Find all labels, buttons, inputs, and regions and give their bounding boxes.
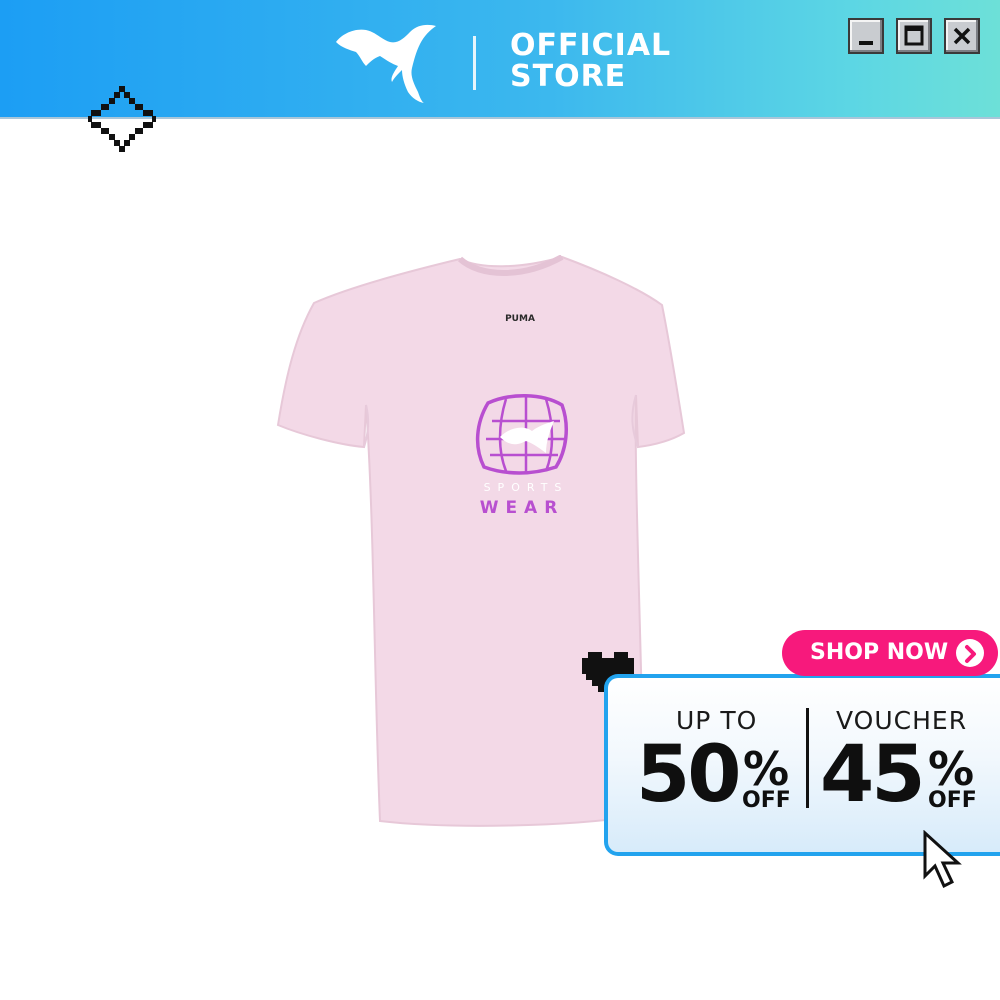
neck-label: PUMA (505, 314, 535, 324)
voucher-value: 45 (820, 730, 926, 820)
promo-divider (806, 708, 809, 808)
maximize-button[interactable] (896, 18, 932, 54)
neck-label-text: PUMA (505, 314, 535, 324)
close-icon (953, 27, 971, 45)
shop-now-button[interactable]: SHOP NOW (782, 630, 998, 676)
mouse-cursor-icon (923, 830, 962, 889)
discount-percent-sign: % (743, 742, 790, 796)
chevron-right-icon (956, 639, 984, 667)
maximize-icon (904, 25, 924, 46)
graphic-text-wear: WEAR (480, 498, 565, 518)
sparkle-icon (88, 86, 156, 152)
shop-now-label: SHOP NOW (810, 640, 949, 665)
graphic-text-sports: SPORTS (484, 481, 569, 494)
header-divider (473, 36, 476, 90)
store-line-2: STORE (510, 59, 627, 94)
minimize-icon (859, 41, 873, 45)
voucher-percent-sign: % (928, 742, 975, 796)
puma-logo-icon[interactable] (332, 20, 442, 104)
voucher-off-label: OFF (928, 788, 977, 813)
close-button[interactable] (944, 18, 980, 54)
discount-value: 50 (636, 730, 742, 820)
minimize-button[interactable] (848, 18, 884, 54)
store-line-1: OFFICIAL (510, 28, 672, 63)
discount-off-label: OFF (742, 788, 791, 813)
official-store-title: OFFICIAL STORE (510, 30, 671, 92)
